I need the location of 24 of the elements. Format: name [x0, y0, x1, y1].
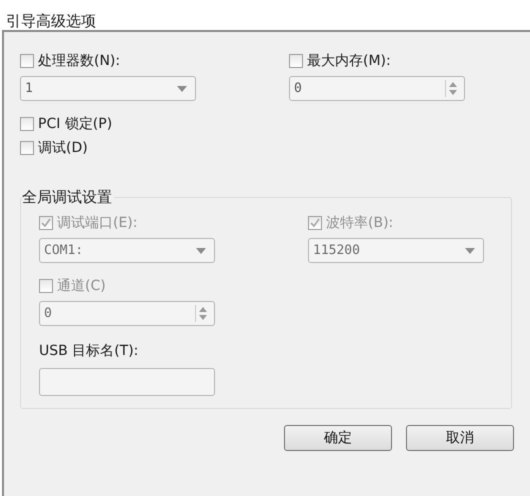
- caret-icon: [177, 86, 187, 92]
- text-field[interactable]: [39, 368, 215, 396]
- field-label: USB 目标名(T):: [39, 342, 140, 360]
- checkbox[interactable]: [20, 141, 34, 155]
- checkbox[interactable]: [20, 117, 34, 131]
- spin-buttons[interactable]: [445, 80, 460, 97]
- spin-buttons[interactable]: [195, 305, 210, 322]
- checkbox-label: 最大内存(M):: [307, 52, 391, 70]
- dropdown[interactable]: 1: [20, 76, 196, 101]
- caret-icon: [465, 248, 475, 254]
- checkbox-label: 通道(C): [57, 277, 106, 295]
- window-title: 引导高级选项: [5, 11, 97, 30]
- checkbox[interactable]: [289, 54, 303, 68]
- checkbox-label: PCI 锁定(P): [38, 115, 112, 133]
- checkbox-label: 处理器数(N):: [38, 52, 120, 70]
- group-title: 全局调试设置: [22, 188, 114, 207]
- checkbox-label: 调试(D): [38, 139, 88, 157]
- dialog-button[interactable]: 取消: [406, 425, 514, 451]
- dialog-button[interactable]: 确定: [284, 425, 392, 451]
- number-field[interactable]: 0: [289, 76, 465, 101]
- caret-icon: [196, 248, 206, 254]
- checkbox-label: 波特率(B):: [326, 214, 394, 232]
- checkbox[interactable]: [20, 54, 34, 68]
- checkbox-label: 调试端口(E):: [57, 214, 138, 232]
